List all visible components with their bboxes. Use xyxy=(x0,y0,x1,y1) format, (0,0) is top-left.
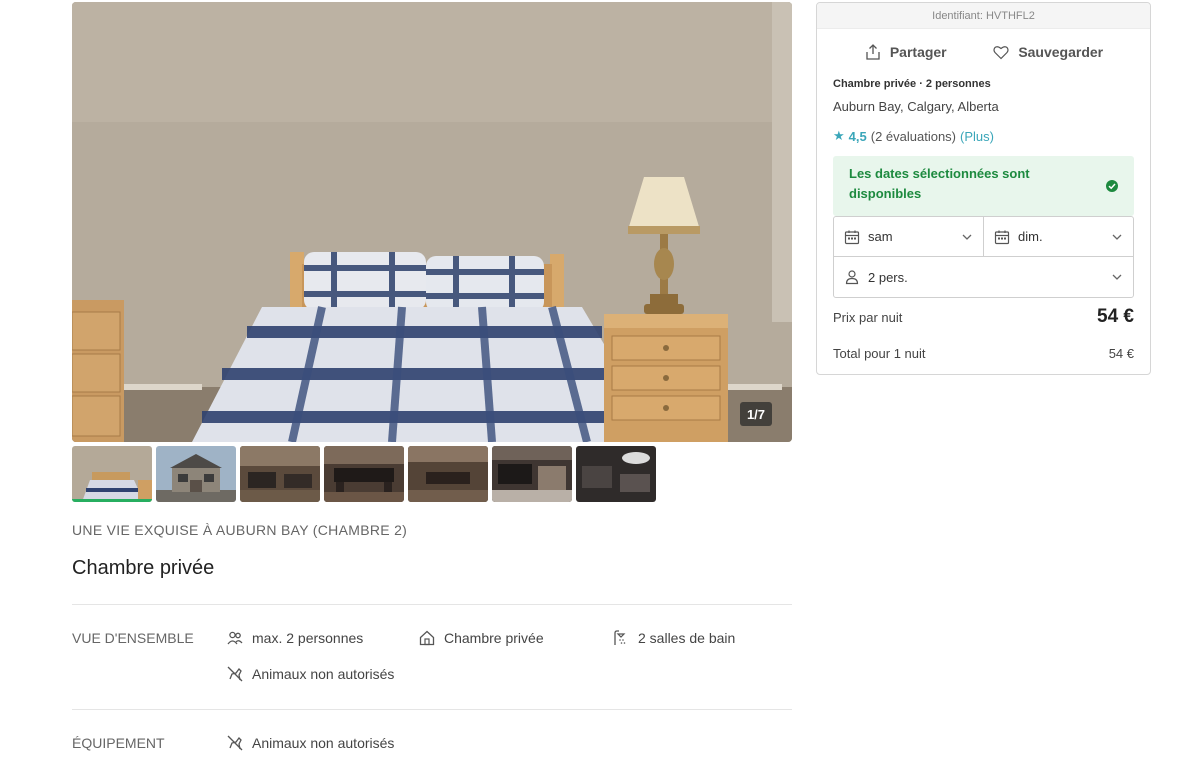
thumbnail-strip xyxy=(72,446,656,502)
checkout-value: dim. xyxy=(1018,229,1043,244)
share-icon xyxy=(866,44,880,60)
feature-bathrooms: 2 salles de bain xyxy=(612,629,735,647)
check-circle-icon xyxy=(1106,180,1118,192)
thumbnail-kitchen-image xyxy=(492,446,572,502)
total-row: Total pour 1 nuit 54 € xyxy=(833,346,1134,361)
rating-more-link[interactable]: (Plus) xyxy=(960,129,994,144)
star-icon: ★ xyxy=(833,128,845,143)
feature-text: 2 salles de bain xyxy=(638,630,736,646)
thumbnail-bedroom-image xyxy=(72,446,152,502)
calendar-icon xyxy=(844,230,860,244)
thumbnail-4[interactable] xyxy=(324,446,404,502)
listing-title: UNE VIE EXQUISE À AUBURN BAY (CHAMBRE 2) xyxy=(72,522,408,538)
feature-no-pets: Animaux non autorisés xyxy=(226,665,394,683)
rating-value: 4,5 xyxy=(848,128,867,144)
feature-text: Animaux non autorisés xyxy=(252,666,395,682)
no-pets-icon xyxy=(227,735,243,751)
equipment-no-pets: Animaux non autorisés xyxy=(226,734,394,752)
total-value: 54 € xyxy=(1108,346,1134,361)
location: Auburn Bay, Calgary, Alberta xyxy=(833,99,999,114)
calendar-icon xyxy=(994,230,1010,244)
thumbnail-room-image xyxy=(576,446,656,502)
guests-select[interactable]: 2 pers. xyxy=(834,257,1133,297)
total-label: Total pour 1 nuit xyxy=(833,346,926,361)
thumbnail-6[interactable] xyxy=(492,446,572,502)
save-label: Sauvegarder xyxy=(1018,44,1104,60)
thumbnail-3[interactable] xyxy=(240,446,320,502)
availability-text: Les dates sélectionnées sont disponibles xyxy=(849,166,1030,201)
feature-text: Chambre privée xyxy=(444,630,544,646)
divider xyxy=(72,709,792,710)
rating: ★ 4,5 (2 évaluations) (Plus) xyxy=(833,128,994,144)
checkin-date-select[interactable]: sam xyxy=(834,217,983,256)
feature-max-guests: max. 2 personnes xyxy=(226,629,363,647)
price-value: 54 € xyxy=(1097,306,1134,327)
checkin-value: sam xyxy=(868,229,893,244)
share-button[interactable]: Partager xyxy=(864,43,947,61)
thumbnail-living-image xyxy=(240,446,320,502)
room-summary: Chambre privée · 2 personnes xyxy=(833,78,991,90)
guests-value: 2 pers. xyxy=(868,269,908,285)
booking-card: Identifiant: HVTHFL2 Partager Sauvegarde… xyxy=(816,2,1151,375)
heart-icon xyxy=(993,46,1009,60)
photo-counter: 1/7 xyxy=(740,402,772,426)
person-icon xyxy=(845,270,859,285)
thumbnail-5[interactable] xyxy=(408,446,488,502)
thumbnail-table-image xyxy=(408,446,488,502)
main-photo[interactable]: 1/7 xyxy=(72,2,792,442)
feature-room-type: Chambre privée xyxy=(418,629,544,647)
room-type-heading: Chambre privée xyxy=(72,557,215,579)
divider xyxy=(72,604,792,605)
bedroom-photo xyxy=(72,2,792,442)
price-label: Prix par nuit xyxy=(833,310,903,325)
shower-icon xyxy=(614,630,626,645)
thumbnail-dining-image xyxy=(324,446,404,502)
date-guest-selector: sam dim. 2 pers. xyxy=(833,216,1134,298)
rating-count: (2 évaluations) xyxy=(870,128,957,144)
chevron-down-icon xyxy=(1112,274,1122,280)
thumbnail-2[interactable] xyxy=(156,446,236,502)
feature-text: Animaux non autorisés xyxy=(252,735,395,751)
thumbnail-1[interactable] xyxy=(72,446,152,502)
house-icon xyxy=(419,630,435,646)
checkout-date-select[interactable]: dim. xyxy=(983,217,1133,256)
save-button[interactable]: Sauvegarder xyxy=(992,43,1103,61)
chevron-down-icon xyxy=(1112,234,1122,240)
no-pets-icon xyxy=(227,666,243,682)
equipment-label: ÉQUIPEMENT xyxy=(72,735,165,751)
availability-banner: Les dates sélectionnées sont disponibles xyxy=(833,156,1134,216)
card-actions: Partager Sauvegarder xyxy=(817,43,1150,61)
chevron-down-icon xyxy=(962,234,972,240)
people-icon xyxy=(227,631,243,645)
thumbnail-7[interactable] xyxy=(576,446,656,502)
thumbnail-house-image xyxy=(156,446,236,502)
share-label: Partager xyxy=(889,44,947,60)
feature-text: max. 2 personnes xyxy=(252,630,364,646)
listing-identifier: Identifiant: HVTHFL2 xyxy=(817,3,1150,29)
overview-label: VUE D'ENSEMBLE xyxy=(72,630,194,646)
price-per-night-row: Prix par nuit 54 € xyxy=(833,306,1134,328)
